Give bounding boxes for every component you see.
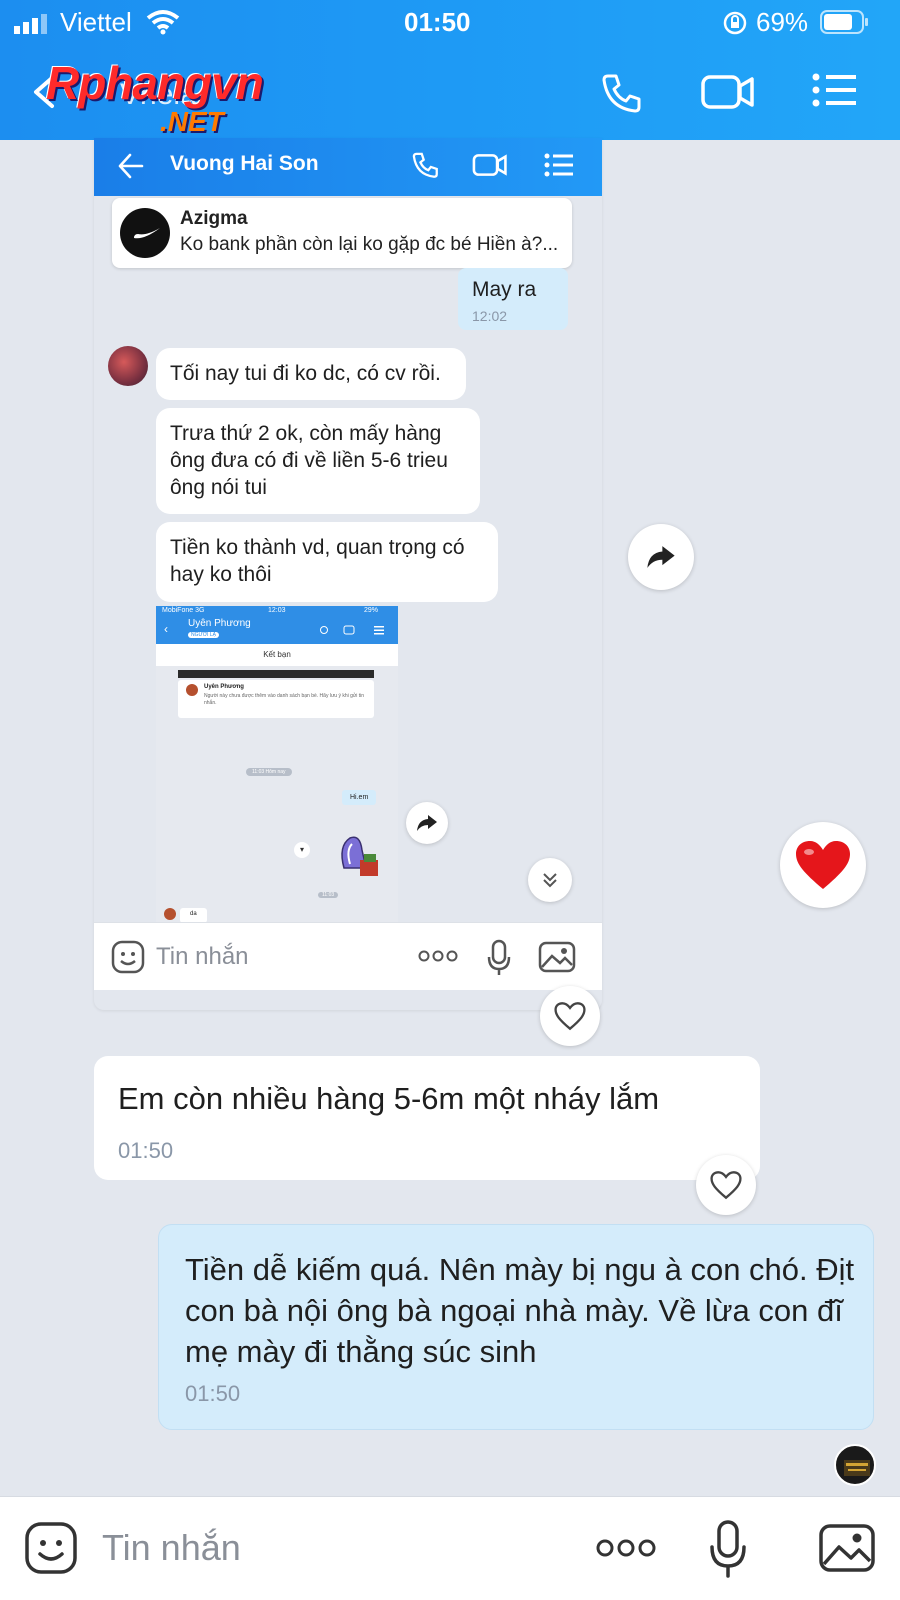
message-text: Tiền dễ kiếm quá. Nên mày bị ngu à con c… [185,1252,855,1369]
message-text: Em còn nhiều hàng 5-6m một nháy lắm [118,1081,660,1116]
inner-back-icon [116,152,144,185]
inner-input-bar: Tin nhắn [94,922,602,990]
nested-header-icons [318,622,388,635]
menu-icon[interactable] [812,72,858,113]
microphone-icon[interactable] [708,1519,748,1584]
image-icon[interactable] [818,1523,876,1578]
nested-contact: Uyên Phương [188,618,251,629]
inner-received-text: Tối nay tui đi ko dc, có cv rồi. [170,362,441,385]
sent-message[interactable]: Tiền dễ kiếm quá. Nên mày bị ngu à con c… [158,1224,874,1430]
nested-sticker [336,832,382,882]
message-time: 01:50 [185,1381,241,1406]
nested-dark-strip [178,670,374,678]
inner-received-1: Tối nay tui đi ko dc, có cv rồi. [156,348,466,400]
inner-received-text: Tiền ko thành vd, quan trọng có hay ko t… [170,536,465,586]
watermark-logo: Rphangvn [46,57,264,109]
share-button[interactable] [628,524,694,590]
nested-card-avatar [186,684,198,696]
nested-time: 12:03 [268,607,286,614]
heart-reaction-button[interactable] [780,822,866,908]
message-input[interactable]: Tin nhắn [102,1527,241,1569]
inner-menu-icon [544,152,574,183]
like-button-received[interactable] [696,1155,756,1215]
nested-badge: NGƯỜI LẠ [188,632,219,638]
battery-percent: 69% [756,7,809,37]
quote-text: Ko bank phần còn lại ko gặp đc bé Hiền à… [180,234,559,255]
inner-more-icon [418,949,458,968]
quote-avatar [120,208,170,258]
nested-card: Uyên Phương Người này chưa được thêm vào… [178,680,374,718]
nested-carrier: MobiFone 3G [162,607,205,614]
inner-sent-bubble: May ra 12:02 [458,268,568,330]
nested-received-avatar [164,908,176,920]
nested-screenshot: MobiFone 3G 12:03 29% ‹ Uyên Phương NGƯỜ… [156,606,398,924]
signal-icon [14,12,52,34]
like-button-image[interactable] [540,986,600,1046]
nested-sent-bubble: Hi.em [342,790,377,805]
seen-avatar [834,1444,876,1486]
nested-battery: 29% [364,607,379,614]
inner-scroll-down-button [528,858,572,902]
quoted-message: Azigma Ko bank phần còn lại ko gặp đc bé… [112,198,572,268]
nested-back-icon: ‹ [164,622,168,636]
inner-input-placeholder: Tin nhắn [156,943,249,970]
nested-received-bubble: da [180,908,207,923]
inner-contact-name: Vuong Hai Son [170,152,319,175]
nested-card-text: Người này chưa được thêm vào danh sách b… [204,693,365,706]
status-time: 01:50 [404,7,471,37]
nested-time-pill: 11:03 Hôm nay [246,768,292,776]
more-options-icon[interactable] [596,1537,656,1564]
nested-card-name: Uyên Phương [204,684,244,690]
nested-download-dot: ▾ [294,842,310,858]
carrier-name: Viettel [60,7,132,37]
received-message[interactable]: Em còn nhiều hàng 5-6m một nháy lắm 01:5… [94,1056,760,1180]
nested-addfriend-label: Kết bạn [263,650,291,659]
watermark-domain: .NET [160,106,224,137]
message-input-bar: Tin nhắn [0,1496,900,1600]
inner-call-icon [410,150,440,185]
call-icon[interactable] [598,70,644,121]
inner-received-3: Tiền ko thành vd, quan trọng có hay ko t… [156,522,498,602]
message-time: 01:50 [118,1138,174,1163]
inner-received-text: Trưa thứ 2 ok, còn mấy hàng ông đưa có đ… [170,422,448,499]
inner-sent-text: May ra [472,278,537,301]
app-header: Viettel 01:50 69% Vhela Rphangvn .NET [0,0,900,140]
shared-screenshot[interactable]: Vuong Hai Son Azigma Ko bank phần còn lạ… [94,138,602,1010]
wifi-icon [146,9,180,40]
inner-share-button [406,802,448,844]
inner-mic-icon [486,939,512,982]
nested-addfriend-bar: Kết bạn [156,644,398,666]
nested-small-time: 11:03 [318,892,339,898]
inner-emoji-icon [110,939,146,980]
rotation-lock-icon [722,10,748,41]
battery-icon [820,10,870,39]
inner-header: Vuong Hai Son [94,138,602,196]
quote-name: Azigma [180,208,248,229]
nested-header: MobiFone 3G 12:03 29% ‹ Uyên Phương NGƯỜ… [156,606,398,644]
video-call-icon[interactable] [700,72,756,117]
inner-video-icon [472,152,508,183]
inner-sent-time: 12:02 [472,308,508,324]
emoji-icon[interactable] [24,1521,78,1580]
inner-image-icon [538,941,576,978]
inner-received-2: Trưa thứ 2 ok, còn mấy hàng ông đưa có đ… [156,408,480,514]
sender-avatar [108,346,148,386]
